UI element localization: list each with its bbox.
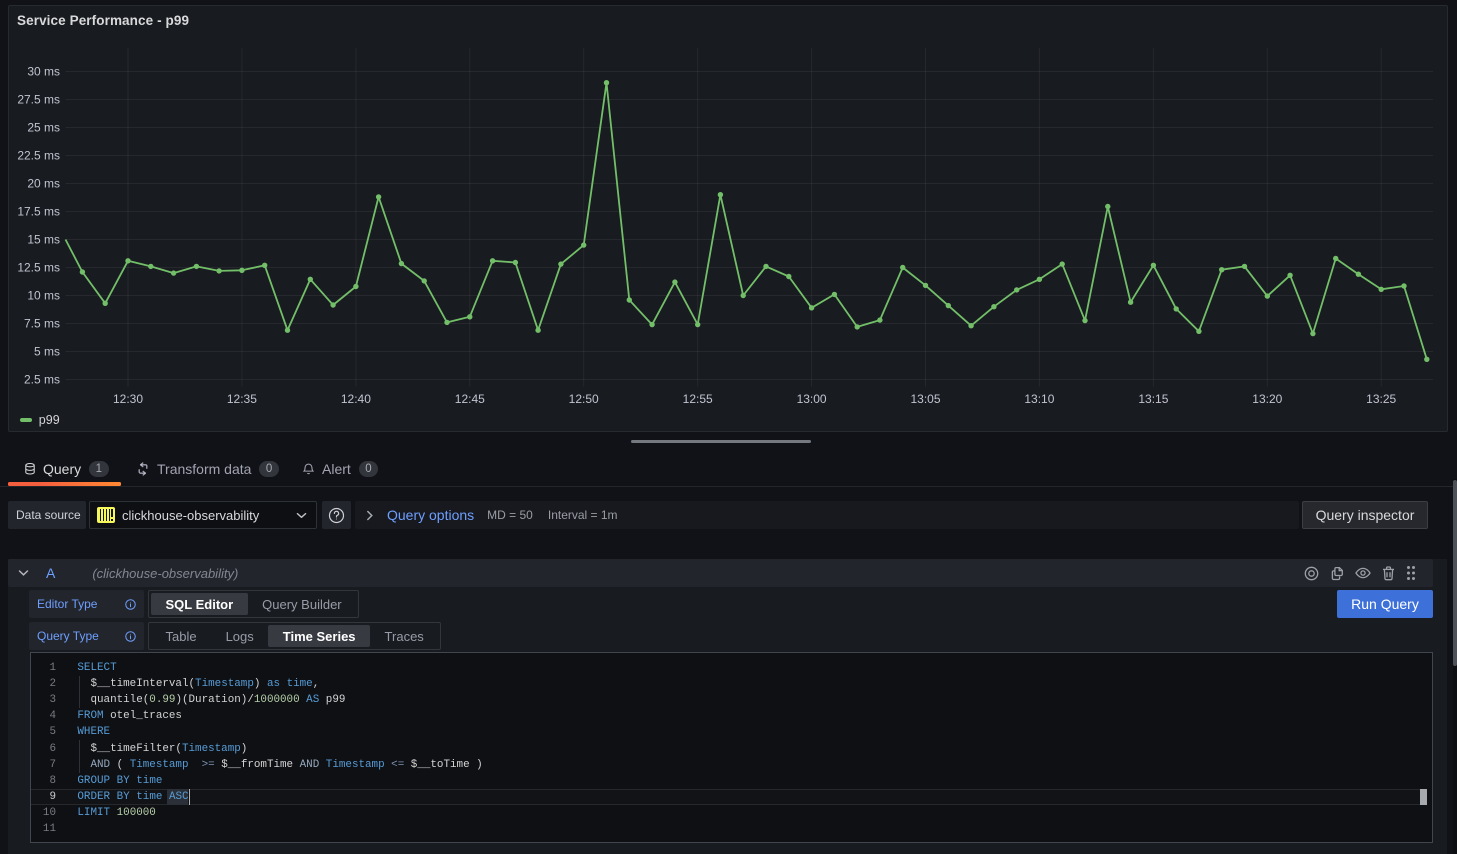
svg-text:22.5 ms: 22.5 ms [17, 149, 60, 163]
svg-text:27.5 ms: 27.5 ms [17, 93, 60, 107]
svg-text:12:55: 12:55 [683, 392, 713, 406]
svg-text:12:50: 12:50 [569, 392, 599, 406]
svg-text:12:30: 12:30 [113, 392, 143, 406]
svg-text:12.5 ms: 12.5 ms [17, 261, 60, 275]
svg-text:13:10: 13:10 [1024, 392, 1054, 406]
svg-text:2.5 ms: 2.5 ms [24, 373, 60, 387]
svg-text:12:35: 12:35 [227, 392, 257, 406]
svg-text:25 ms: 25 ms [27, 121, 60, 135]
svg-text:13:05: 13:05 [910, 392, 940, 406]
svg-text:30 ms: 30 ms [27, 65, 60, 79]
svg-text:7.5 ms: 7.5 ms [24, 317, 60, 331]
svg-text:10 ms: 10 ms [27, 289, 60, 303]
svg-text:13:15: 13:15 [1138, 392, 1168, 406]
svg-text:13:25: 13:25 [1366, 392, 1396, 406]
svg-text:5 ms: 5 ms [34, 345, 60, 359]
svg-text:15 ms: 15 ms [27, 233, 60, 247]
svg-text:12:40: 12:40 [341, 392, 371, 406]
svg-text:12:45: 12:45 [455, 392, 485, 406]
svg-text:20 ms: 20 ms [27, 177, 60, 191]
svg-text:17.5 ms: 17.5 ms [17, 205, 60, 219]
svg-text:13:20: 13:20 [1252, 392, 1282, 406]
svg-text:13:00: 13:00 [797, 392, 827, 406]
